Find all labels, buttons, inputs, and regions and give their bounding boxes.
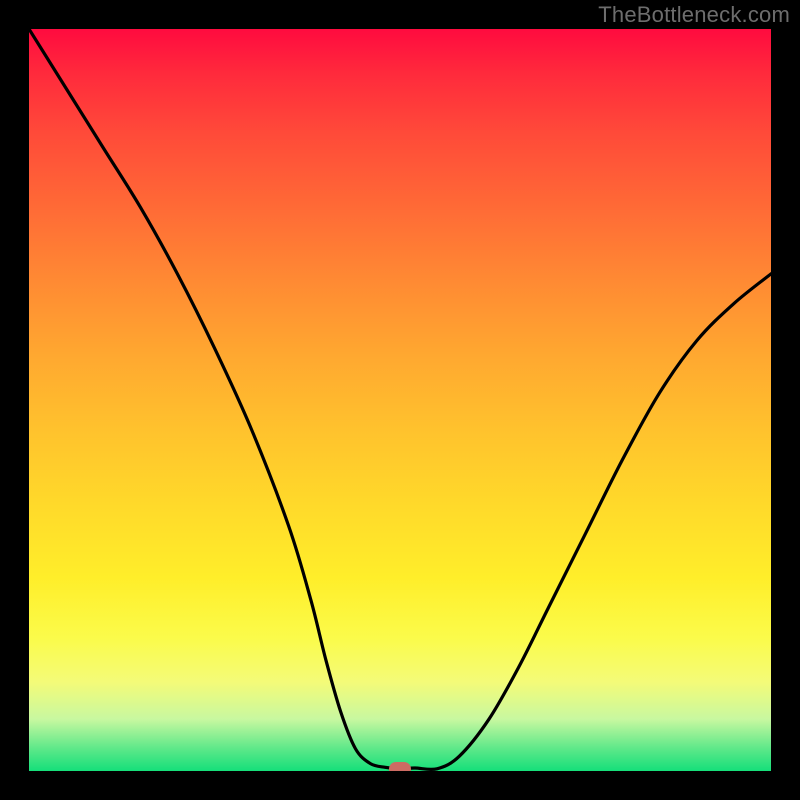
- watermark-text: TheBottleneck.com: [598, 2, 790, 28]
- plot-area: [29, 29, 771, 771]
- optimum-marker: [389, 762, 411, 771]
- chart-frame: TheBottleneck.com: [0, 0, 800, 800]
- bottleneck-curve: [29, 29, 771, 771]
